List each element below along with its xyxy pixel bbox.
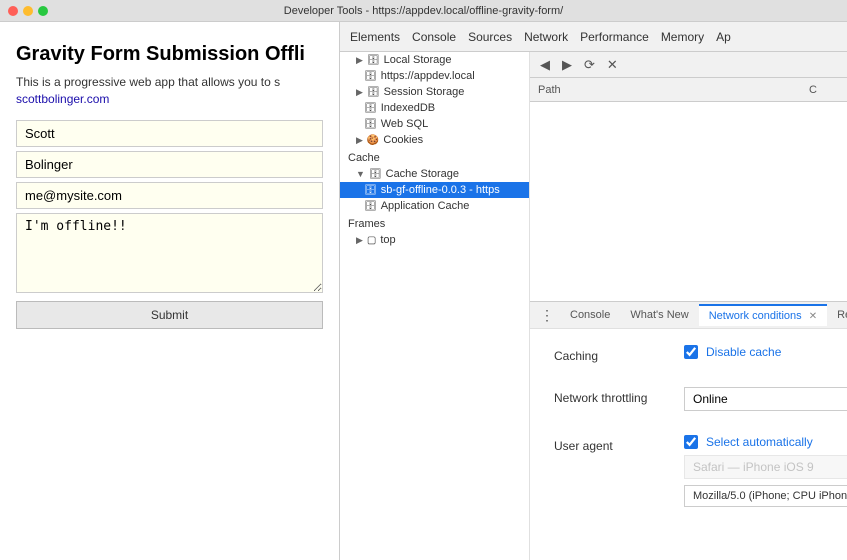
tab-performance[interactable]: Performance xyxy=(574,28,655,46)
tab-elements[interactable]: Elements xyxy=(344,28,406,46)
close-tab-icon[interactable]: ✕ xyxy=(809,311,817,322)
toolbar-row: ◀ ▶ ⟳ ✕ xyxy=(530,52,847,78)
throttling-select-wrapper: Online Offline Slow 3G Fast 3G xyxy=(684,387,847,411)
window-controls xyxy=(8,6,48,16)
first-name-input[interactable] xyxy=(16,120,323,147)
cache-section-label: Cache xyxy=(340,148,529,166)
main-container: Gravity Form Submission Offli This is a … xyxy=(0,22,847,560)
tree-local-storage[interactable]: ▶ 🗄 Local Storage xyxy=(340,52,529,68)
tree-frames-top[interactable]: ▶ ▢ top xyxy=(340,232,529,248)
frames-section-label: Frames xyxy=(340,214,529,232)
user-agent-control: Select automatically Safari — iPhone iOS… xyxy=(684,435,847,507)
email-input[interactable] xyxy=(16,182,323,209)
network-throttling-row: Network throttling Online Offline Slow 3… xyxy=(554,387,823,411)
cache-storage-label: Cache Storage xyxy=(386,168,459,180)
tab-sources[interactable]: Sources xyxy=(462,28,518,46)
user-agent-row: User agent Select automatically Safari —… xyxy=(554,435,823,507)
tab-console[interactable]: Console xyxy=(406,28,462,46)
back-button[interactable]: ◀ xyxy=(536,55,554,75)
disable-cache-checkbox[interactable] xyxy=(684,345,698,359)
close-button[interactable] xyxy=(8,6,18,16)
session-storage-label: Session Storage xyxy=(384,86,465,98)
page-subtitle: This is a progressive web app that allow… xyxy=(16,74,323,108)
devtools-panel: Elements Console Sources Network Perform… xyxy=(340,22,847,560)
window-title: Developer Tools - https://appdev.local/o… xyxy=(284,5,563,17)
user-agent-label: User agent xyxy=(554,435,684,453)
application-cache-label: Application Cache xyxy=(381,200,470,212)
bottom-tabs: ⋮ Console What's New Network conditions … xyxy=(530,301,847,329)
page-title: Gravity Form Submission Offli xyxy=(16,42,323,66)
col-path: Path xyxy=(538,84,801,96)
tab-app[interactable]: Ap xyxy=(710,28,737,46)
select-automatically-checkbox[interactable] xyxy=(684,435,698,449)
devtools-body: ▶ 🗄 Local Storage 🗄 https://appdev.local… xyxy=(340,52,847,560)
arrow-cookies: ▶ xyxy=(356,135,363,146)
caching-label: Caching xyxy=(554,345,684,363)
user-agent-block: Select automatically Safari — iPhone iOS… xyxy=(684,435,847,507)
caching-control: Disable cache xyxy=(684,345,823,359)
cache-storage-entry-label: sb-gf-offline-0.0.3 - https xyxy=(381,184,500,196)
last-name-input[interactable] xyxy=(16,151,323,178)
tree-cookies[interactable]: ▶ 🍪 Cookies xyxy=(340,132,529,148)
user-agent-string-input[interactable] xyxy=(684,485,847,507)
select-automatically-label: Select automatically xyxy=(706,435,813,449)
tree-local-storage-url[interactable]: 🗄 https://appdev.local xyxy=(340,68,529,84)
tree-cache-storage[interactable]: ▼ 🗄 Cache Storage xyxy=(340,166,529,182)
arrow-frames-top: ▶ xyxy=(356,235,363,246)
col-c: C xyxy=(809,84,839,96)
forward-button[interactable]: ▶ xyxy=(558,55,576,75)
empty-content-area xyxy=(530,102,847,301)
maximize-button[interactable] xyxy=(38,6,48,16)
message-textarea[interactable]: I'm offline!! xyxy=(16,213,323,293)
disable-cache-label: Disable cache xyxy=(706,345,781,359)
devtools-nav: Elements Console Sources Network Perform… xyxy=(340,22,847,52)
tree-websql[interactable]: 🗄 Web SQL xyxy=(340,116,529,132)
indexeddb-label: IndexedDB xyxy=(381,102,435,114)
user-agent-select-wrapper: Safari — iPhone iOS 9 xyxy=(684,455,847,479)
arrow-cache-storage: ▼ xyxy=(356,169,365,179)
title-bar: Developer Tools - https://appdev.local/o… xyxy=(0,0,847,22)
arrow-local-storage: ▶ xyxy=(356,55,363,66)
more-tabs-button[interactable]: ⋮ xyxy=(534,305,560,326)
devtools-main: ◀ ▶ ⟳ ✕ Path C ⋮ Console What's New xyxy=(530,52,847,560)
conditions-panel: Caching Disable cache Network throttling xyxy=(530,329,847,560)
table-header: Path C xyxy=(530,78,847,102)
user-agent-checkbox-row: Select automatically xyxy=(684,435,847,449)
tree-indexeddb[interactable]: 🗄 IndexedDB xyxy=(340,100,529,116)
tree-session-storage[interactable]: ▶ 🗄 Session Storage xyxy=(340,84,529,100)
minimize-button[interactable] xyxy=(23,6,33,16)
submit-button[interactable]: Submit xyxy=(16,301,323,329)
caching-row: Caching Disable cache xyxy=(554,345,823,363)
frames-top-label: top xyxy=(380,234,395,246)
network-throttling-label: Network throttling xyxy=(554,387,684,405)
sidebar-tree: ▶ 🗄 Local Storage 🗄 https://appdev.local… xyxy=(340,52,530,560)
arrow-session-storage: ▶ xyxy=(356,87,363,98)
tree-cache-storage-entry[interactable]: 🗄 sb-gf-offline-0.0.3 - https xyxy=(340,182,529,198)
tab-network[interactable]: Network xyxy=(518,28,574,46)
refresh-button[interactable]: ⟳ xyxy=(580,55,599,75)
local-storage-label: Local Storage xyxy=(384,54,452,66)
user-agent-select[interactable]: Safari — iPhone iOS 9 xyxy=(684,455,847,479)
network-throttling-control: Online Offline Slow 3G Fast 3G xyxy=(684,387,847,411)
close-button[interactable]: ✕ xyxy=(603,55,622,75)
local-storage-url-label: https://appdev.local xyxy=(381,70,475,82)
tree-application-cache[interactable]: 🗄 Application Cache xyxy=(340,198,529,214)
tab-whats-new[interactable]: What's New xyxy=(620,305,698,325)
cookies-label: Cookies xyxy=(383,134,423,146)
tab-network-conditions[interactable]: Network conditions ✕ xyxy=(699,304,827,326)
tab-console-bottom[interactable]: Console xyxy=(560,305,620,325)
websql-label: Web SQL xyxy=(381,118,429,130)
tab-memory[interactable]: Memory xyxy=(655,28,710,46)
page-link[interactable]: scottbolinger.com xyxy=(16,92,109,106)
tab-rendering[interactable]: Rendering xyxy=(827,305,847,325)
web-panel: Gravity Form Submission Offli This is a … xyxy=(0,22,340,560)
throttling-select[interactable]: Online Offline Slow 3G Fast 3G xyxy=(684,387,847,411)
